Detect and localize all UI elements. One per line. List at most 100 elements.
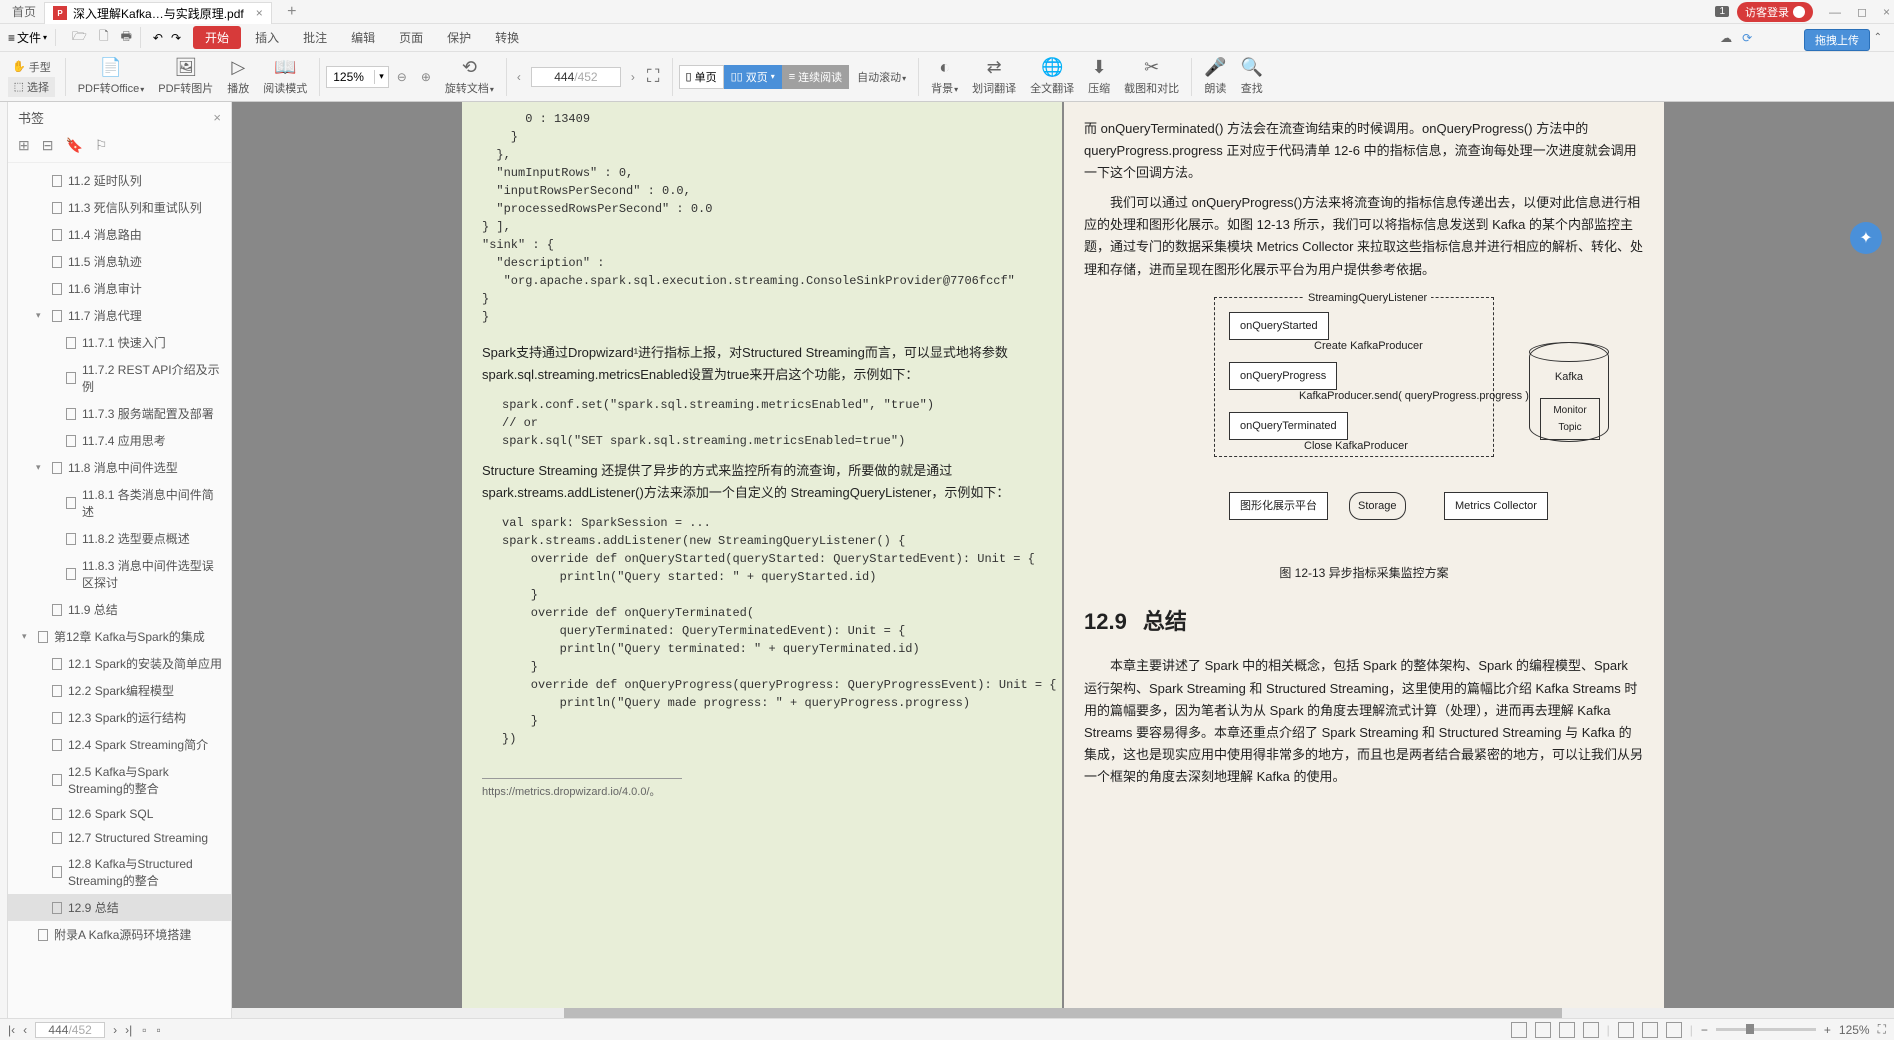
zoom-slider[interactable] <box>1716 1028 1816 1031</box>
add-tab-button[interactable]: + <box>280 3 304 21</box>
document-view[interactable]: 0 : 13409 } }, "numInputRows" : 0, "inpu… <box>232 102 1894 1018</box>
expand-all-icon[interactable]: ⊞ <box>18 137 30 154</box>
status-icon-1[interactable]: ▫ <box>142 1023 146 1037</box>
zoom-caret-icon[interactable]: ▾ <box>375 71 388 82</box>
bookmark-item[interactable]: 附录A Kafka源码环境搭建 <box>8 921 231 948</box>
bookmark-item[interactable]: 11.5 消息轨迹 <box>8 248 231 275</box>
bookmark-item[interactable]: 11.8.1 各类消息中间件简述 <box>8 481 231 525</box>
background-button[interactable]: ◐ 背景▾ <box>925 57 964 96</box>
bookmark-item[interactable]: 12.5 Kafka与Spark Streaming的整合 <box>8 758 231 802</box>
full-translate-button[interactable]: 🌐 全文翻译 <box>1024 57 1080 96</box>
home-tab[interactable]: 首页 <box>4 1 44 22</box>
close-window-button[interactable]: × <box>1883 5 1890 19</box>
play-button[interactable]: ▷ 播放 <box>221 57 255 96</box>
bookmark-item[interactable]: 11.7.4 应用思考 <box>8 427 231 454</box>
pdf-to-office-button[interactable]: 📄 PDF转Office▾ <box>72 57 151 96</box>
bookmark-item[interactable]: 11.9 总结 <box>8 596 231 623</box>
view-mode-icon-6[interactable] <box>1642 1022 1658 1038</box>
word-translate-button[interactable]: ⇄ 划词翻译 <box>966 57 1022 96</box>
maximize-button[interactable]: ◻ <box>1857 5 1867 19</box>
bookmark-item[interactable]: 11.7.2 REST API介绍及示例 <box>8 356 231 400</box>
zoom-combo[interactable]: 125% ▾ <box>326 66 389 88</box>
bookmark-item[interactable]: 11.8.2 选型要点概述 <box>8 525 231 552</box>
bookmark-item[interactable]: 11.8.3 消息中间件选型误区探讨 <box>8 552 231 596</box>
bookmark-item[interactable]: 12.4 Spark Streaming简介 <box>8 731 231 758</box>
read-aloud-button[interactable]: 🎤 朗读 <box>1198 57 1232 96</box>
save-icon[interactable]: 🗋 <box>99 27 109 48</box>
collapse-ribbon-icon[interactable]: ⌃ <box>1874 32 1882 43</box>
zoom-in-icon[interactable]: ⊕ <box>415 70 437 84</box>
view-mode-icon-7[interactable] <box>1666 1022 1682 1038</box>
prev-page-button[interactable]: ‹ <box>513 70 525 84</box>
sync-icon[interactable]: ⟳ <box>1742 31 1752 45</box>
bookmark-item[interactable]: 11.2 延时队列 <box>8 167 231 194</box>
status-page-input[interactable]: 444/452 <box>35 1022 105 1038</box>
bookmark-item[interactable]: 12.9 总结 <box>8 894 231 921</box>
menu-convert[interactable]: 转换 <box>485 27 529 48</box>
bookmark-item[interactable]: 12.2 Spark编程模型 <box>8 677 231 704</box>
select-tool-button[interactable]: ⬚选择 <box>8 77 55 97</box>
pdf-to-image-button[interactable]: 🖼 PDF转图片 <box>152 57 219 96</box>
view-continuous-icon[interactable] <box>1535 1022 1551 1038</box>
bookmark-item[interactable]: 11.7.1 快速入门 <box>8 329 231 356</box>
prev-page-button[interactable]: ‹ <box>23 1023 27 1037</box>
view-mode-icon-5[interactable] <box>1618 1022 1634 1038</box>
find-button[interactable]: 🔍 查找 <box>1235 57 1269 96</box>
cloud-icon[interactable]: ☁ <box>1720 31 1732 45</box>
auto-scroll-button[interactable]: 自动滚动▾ <box>851 69 912 85</box>
open-icon[interactable]: 🗁 <box>72 27 87 48</box>
menu-protect[interactable]: 保护 <box>437 27 481 48</box>
bookmark-item[interactable]: 12.1 Spark的安装及简单应用 <box>8 650 231 677</box>
crop-compare-button[interactable]: ✂ 截图和对比 <box>1118 57 1185 96</box>
horizontal-scrollbar[interactable] <box>232 1008 1894 1018</box>
bookmark-item[interactable]: 12.7 Structured Streaming <box>8 826 231 850</box>
view-single-icon[interactable] <box>1511 1022 1527 1038</box>
bookmark-item[interactable]: 11.7 消息代理 <box>8 302 231 329</box>
zoom-out-icon[interactable]: ⊖ <box>391 70 413 84</box>
next-page-button[interactable]: › <box>627 70 639 84</box>
collapse-all-icon[interactable]: ⊟ <box>42 137 54 154</box>
bookmark-item[interactable]: 11.3 死信队列和重试队列 <box>8 194 231 221</box>
bookmark-icon[interactable]: 🔖 <box>65 137 82 154</box>
document-tab[interactable]: P 深入理解Kafka…与实践原理.pdf × <box>44 2 272 24</box>
notification-badge[interactable]: 1 <box>1715 6 1729 17</box>
status-icon-2[interactable]: ▫ <box>157 1023 161 1037</box>
bookmark-item[interactable]: 12.6 Spark SQL <box>8 802 231 826</box>
fullscreen-icon[interactable]: ⛶ <box>1878 1022 1886 1037</box>
bookmark-item[interactable]: 12.8 Kafka与Structured Streaming的整合 <box>8 850 231 894</box>
next-page-button[interactable]: › <box>113 1023 117 1037</box>
bookmark-item[interactable]: 第12章 Kafka与Spark的集成 <box>8 623 231 650</box>
bookmark-item[interactable]: 11.4 消息路由 <box>8 221 231 248</box>
menu-comment[interactable]: 批注 <box>293 27 337 48</box>
page-input[interactable]: 444/452 <box>531 67 621 87</box>
double-page-button[interactable]: ▯▯双页▾ <box>724 65 782 89</box>
bookmark-item[interactable]: 12.3 Spark的运行结构 <box>8 704 231 731</box>
print-icon[interactable]: 🖶 <box>121 27 132 48</box>
bookmark-tree[interactable]: 11.2 延时队列11.3 死信队列和重试队列11.4 消息路由11.5 消息轨… <box>8 163 231 1018</box>
zoom-out-status-icon[interactable]: − <box>1701 1023 1708 1037</box>
undo-icon[interactable]: ↶ <box>153 31 163 45</box>
last-page-button[interactable]: ›| <box>125 1023 132 1037</box>
float-assistant-button[interactable]: ✦ <box>1850 222 1882 254</box>
scrollbar-thumb[interactable] <box>564 1008 1561 1018</box>
menu-edit[interactable]: 编辑 <box>341 27 385 48</box>
bookmark-item[interactable]: 11.6 消息审计 <box>8 275 231 302</box>
close-tab-icon[interactable]: × <box>256 6 263 20</box>
login-button[interactable]: 访客登录 <box>1737 2 1813 22</box>
single-page-button[interactable]: ▯单页 <box>679 65 724 89</box>
menu-insert[interactable]: 插入 <box>245 27 289 48</box>
close-sidebar-icon[interactable]: × <box>213 110 221 125</box>
first-page-button[interactable]: |‹ <box>8 1023 15 1037</box>
rotate-button[interactable]: ⟲ 旋转文档▾ <box>439 57 500 96</box>
continuous-button[interactable]: ≡连续阅读 <box>782 65 849 89</box>
compress-button[interactable]: ⬇ 压缩 <box>1082 57 1116 96</box>
bookmark-item[interactable]: 11.8 消息中间件选型 <box>8 454 231 481</box>
menu-start[interactable]: 开始 <box>193 26 241 49</box>
minimize-button[interactable]: — <box>1829 5 1841 19</box>
hand-tool-button[interactable]: ✋手型 <box>8 57 55 77</box>
menu-page[interactable]: 页面 <box>389 27 433 48</box>
left-rail[interactable] <box>0 102 8 1018</box>
upload-hint[interactable]: 拖拽上传 <box>1804 29 1870 51</box>
view-thumbnail-icon[interactable] <box>1583 1022 1599 1038</box>
zoom-in-status-icon[interactable]: + <box>1824 1023 1831 1037</box>
